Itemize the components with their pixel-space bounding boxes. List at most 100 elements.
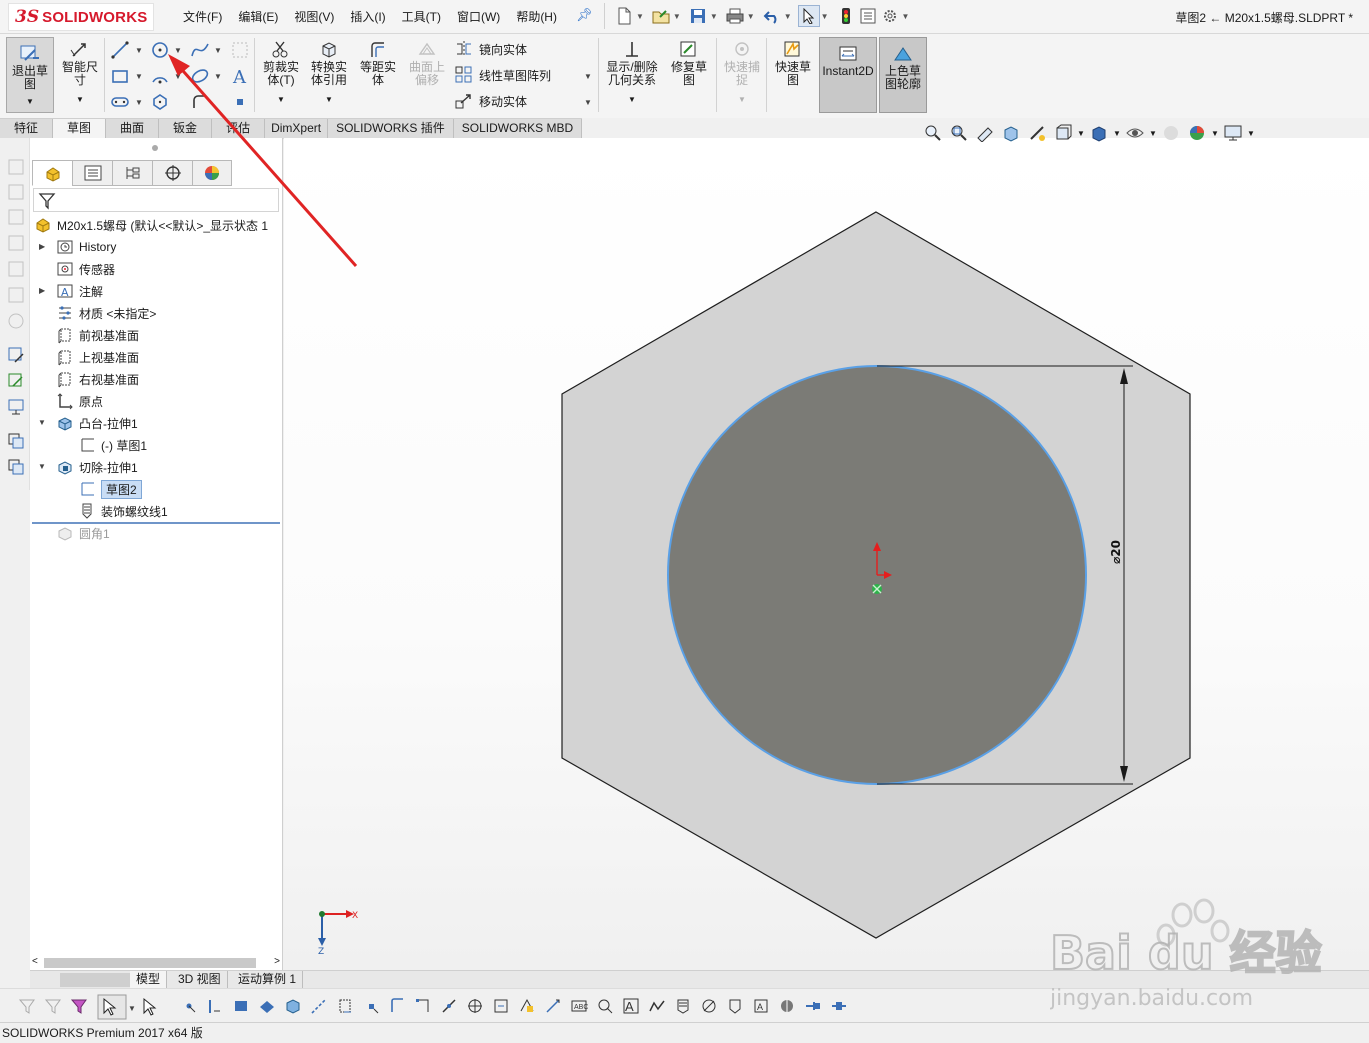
menu-insert[interactable]: 插入(I) (350, 8, 385, 25)
filter-icon[interactable] (18, 999, 35, 1014)
spline-tool-icon[interactable] (190, 40, 210, 60)
apply-scene-icon[interactable] (1184, 123, 1210, 143)
copy-icon[interactable] (7, 432, 25, 450)
print-icon[interactable] (724, 5, 746, 27)
filter-sketch-segments-icon[interactable] (384, 995, 410, 1017)
menu-file[interactable]: 文件(F) (183, 8, 222, 25)
zoom-to-area-icon[interactable] (946, 123, 972, 143)
chevron-down-icon[interactable]: ▼ (710, 12, 718, 21)
tree-item-origin[interactable]: 原点 (56, 391, 103, 411)
line-tool-icon[interactable] (110, 40, 130, 60)
filter-balloons-icon[interactable] (592, 995, 618, 1017)
filter-geometric-tolerance-icon[interactable] (540, 995, 566, 1017)
property-manager-tab[interactable] (72, 160, 112, 186)
tree-item-sketch1[interactable]: (-) 草图1 (78, 435, 147, 455)
chevron-down-icon[interactable]: ▼ (58, 93, 102, 106)
tree-item-front-plane[interactable]: 前视基准面 (56, 325, 139, 345)
new-document-icon[interactable] (613, 5, 635, 27)
scrollbar-thumb[interactable] (44, 958, 256, 968)
collapse-arrow-icon[interactable]: ▼ (38, 418, 46, 427)
previous-view-icon[interactable] (972, 123, 998, 143)
expand-arrow-icon[interactable]: ▶ (39, 286, 45, 295)
tab-model[interactable]: 模型 (130, 971, 168, 989)
ellipse-tool-icon[interactable] (190, 66, 210, 86)
graphics-viewport[interactable]: ⌀20 X Z (284, 138, 1369, 970)
chevron-down-icon[interactable]: ▼ (7, 95, 53, 108)
chevron-down-icon[interactable]: ▼ (720, 93, 764, 106)
rapid-snaps-button[interactable]: 快速捕 捉 ▼ (720, 40, 764, 106)
hide-show-items-icon[interactable] (1122, 123, 1148, 143)
scroll-right-icon[interactable]: > (274, 956, 280, 967)
select-filter-pointer-icon[interactable] (143, 997, 157, 1016)
sketch-canvas[interactable]: ⌀20 X Z (284, 138, 1369, 970)
shaded-sketch-contours-button[interactable]: 上色草 图轮廓 (879, 37, 927, 113)
display-icon[interactable] (7, 398, 25, 416)
tree-item-boss-extrude[interactable]: 凸台-拉伸1 (56, 413, 138, 433)
filter-routing-icon[interactable] (774, 995, 800, 1017)
sketch-tool-icon[interactable] (7, 346, 25, 364)
filter-axes-icon[interactable] (306, 995, 332, 1017)
chevron-down-icon[interactable]: ▼ (214, 46, 222, 55)
filter-midpoints-icon[interactable] (410, 995, 436, 1017)
tree-item-sketch2[interactable]: 草图2 (78, 479, 142, 499)
chevron-down-icon[interactable]: ▼ (128, 1004, 136, 1013)
dimxpert-manager-tab[interactable] (152, 160, 192, 186)
edit-appearance-icon[interactable] (1158, 123, 1184, 143)
menu-help[interactable]: 帮助(H) (516, 8, 557, 25)
chevron-down-icon[interactable]: ▼ (135, 46, 143, 55)
chevron-down-icon[interactable]: ▼ (584, 98, 592, 107)
repair-sketch-button[interactable]: 修复草 图 (666, 40, 712, 87)
tree-filter-bar[interactable] (33, 188, 279, 212)
plane-tool-icon[interactable] (230, 40, 250, 60)
filter-toggle-icon[interactable] (70, 999, 87, 1014)
chevron-down-icon[interactable]: ▼ (135, 98, 143, 107)
tree-item-fillet[interactable]: 圆角1 (56, 523, 110, 543)
tree-item-cosmetic-thread[interactable]: 装饰螺纹线1 (78, 501, 168, 521)
chevron-down-icon[interactable]: ▼ (1076, 123, 1086, 143)
chevron-down-icon[interactable]: ▼ (306, 93, 352, 106)
tree-horizontal-scrollbar[interactable]: < > (32, 956, 280, 970)
tree-item-annotations[interactable]: A 注解 (56, 281, 103, 301)
filter-faces-icon[interactable] (228, 995, 254, 1017)
tree-item-sensors[interactable]: 传感器 (56, 259, 115, 279)
save-icon[interactable] (687, 5, 709, 27)
feature-icon[interactable] (7, 286, 25, 304)
file-properties-icon[interactable] (857, 5, 879, 27)
move-entities-button[interactable]: 移动实体 (455, 92, 527, 110)
offset-entities-button[interactable]: 等距实 体 (356, 40, 400, 87)
collapse-arrow-icon[interactable]: ▼ (38, 462, 46, 471)
rebuild-traffic-light-icon[interactable] (835, 5, 857, 27)
expand-arrow-icon[interactable]: ▶ (39, 242, 45, 251)
rectangle-tool-icon[interactable] (110, 66, 130, 86)
filter-sketch-points-icon[interactable] (358, 995, 384, 1017)
exit-sketch-button[interactable]: 退出草 图 ▼ (6, 37, 54, 113)
configuration-manager-tab[interactable] (112, 160, 152, 186)
panel-grip[interactable] (152, 145, 158, 151)
display-delete-relations-button[interactable]: 显示/删除 几何关系 ▼ (602, 40, 662, 106)
tree-item-material[interactable]: 材质 <未指定> (56, 303, 156, 323)
tab-sketch[interactable]: 草图 (53, 119, 107, 139)
view-settings-icon[interactable] (1220, 123, 1246, 143)
chevron-down-icon[interactable]: ▼ (747, 12, 755, 21)
feature-icon[interactable] (7, 158, 25, 176)
dynamic-annotation-icon[interactable] (1024, 123, 1050, 143)
rapid-sketch-button[interactable]: 快速草 图 (770, 40, 816, 87)
chevron-down-icon[interactable]: ▼ (1246, 123, 1256, 143)
polygon-tool-icon[interactable] (150, 92, 170, 112)
filter-datum-feature-icon[interactable]: A (618, 995, 644, 1017)
zoom-to-fit-icon[interactable] (920, 123, 946, 143)
convert-entities-button[interactable]: 转换实 体引用 ▼ (306, 40, 352, 106)
chevron-down-icon[interactable]: ▼ (1210, 123, 1220, 143)
filter-planes-icon[interactable] (332, 995, 358, 1017)
filter-icon[interactable] (38, 192, 56, 210)
sketch-edit-icon[interactable] (7, 372, 25, 390)
chevron-down-icon[interactable]: ▼ (1148, 123, 1158, 143)
view-orientation-icon[interactable] (1050, 123, 1076, 143)
tree-item-history[interactable]: History (56, 237, 116, 257)
tab-sheet-metal[interactable]: 钣金 (159, 119, 213, 139)
filter-cosmetic-thread-icon[interactable] (670, 995, 696, 1017)
display-style-icon[interactable] (1086, 123, 1112, 143)
filter-icon[interactable] (44, 999, 61, 1014)
arc-tool-icon[interactable] (150, 66, 170, 86)
filter-datum-target-icon[interactable] (696, 995, 722, 1017)
